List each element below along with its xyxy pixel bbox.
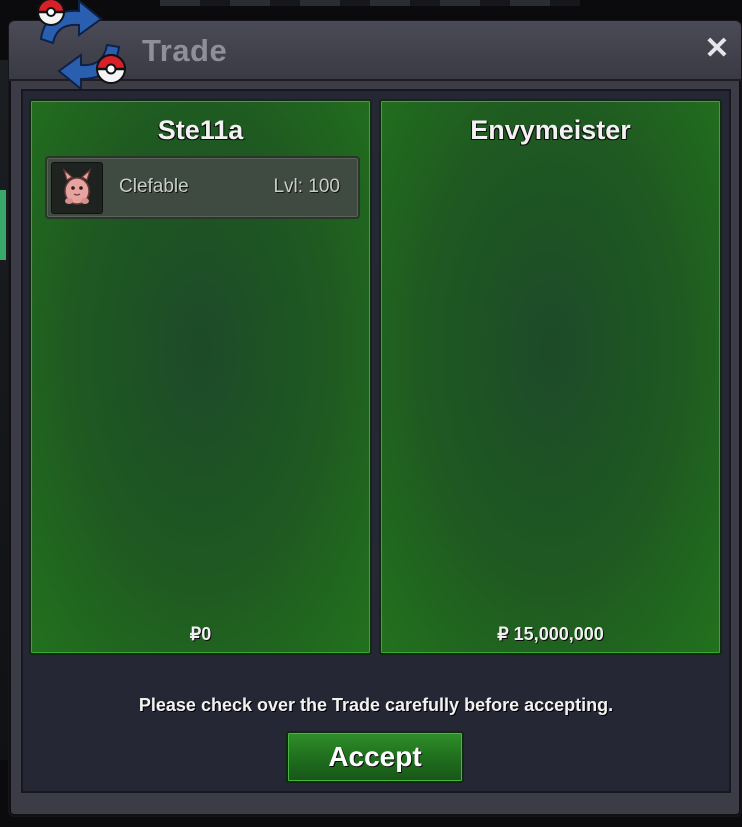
trade-content: Ste11a Clefable Lvl: 100 ₽0 Envymeister … xyxy=(21,89,731,793)
offered-pokemon-row[interactable]: Clefable Lvl: 100 xyxy=(45,156,360,219)
close-icon: ✕ xyxy=(704,32,730,65)
window-title: Trade xyxy=(142,33,228,68)
right-money-offer: ₽ 15,000,000 xyxy=(497,624,604,644)
left-offer-panel: Ste11a Clefable Lvl: 100 ₽0 xyxy=(29,99,372,655)
close-button[interactable]: ✕ xyxy=(703,32,731,65)
background-ui-top xyxy=(160,0,580,6)
right-offer-panel: Envymeister ₽ 15,000,000 xyxy=(379,99,722,655)
trade-window: Trade ✕ Ste11a Clefable Lvl: 100 ₽0 Envy… xyxy=(8,0,742,817)
accept-button[interactable]: Accept xyxy=(286,731,464,783)
background-ui-accent xyxy=(0,190,6,260)
trade-arrows-pokeball-icon xyxy=(36,0,127,91)
right-player-name: Envymeister xyxy=(470,115,631,145)
pokemon-icon-slot xyxy=(51,162,103,214)
pokemon-name: Clefable xyxy=(119,176,189,197)
trade-notice: Please check over the Trade carefully be… xyxy=(138,695,614,715)
left-player-name: Ste11a xyxy=(157,115,244,145)
clefable-sprite-icon xyxy=(62,168,92,205)
pokemon-level: Lvl: 100 xyxy=(273,176,340,197)
left-money-offer: ₽0 xyxy=(189,624,212,644)
